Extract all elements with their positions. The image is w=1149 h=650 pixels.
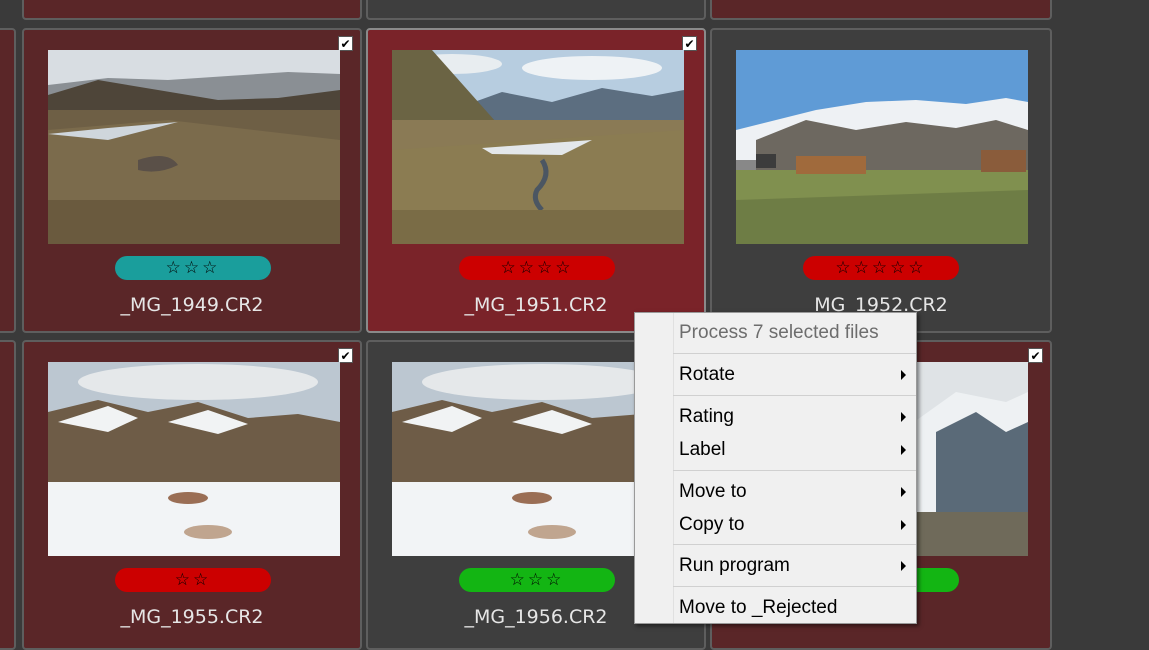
menu-item-move-to[interactable]: Move to: [679, 476, 906, 508]
thumbnail-cell-partial[interactable]: [0, 340, 16, 650]
file-name: _MG_1949.CR2: [120, 294, 264, 316]
menu-item-run-program[interactable]: Run program: [679, 550, 906, 582]
rating-stars[interactable]: ☆☆☆: [459, 568, 615, 592]
menu-separator: [673, 353, 916, 354]
thumbnail-cell-partial[interactable]: [0, 28, 16, 333]
rating-stars[interactable]: ☆☆: [115, 568, 271, 592]
submenu-arrow-icon: [901, 445, 906, 455]
thumbnail-cell-partial[interactable]: [22, 0, 362, 20]
thumbnail-cell-partial[interactable]: [366, 0, 706, 20]
thumbnail-cell[interactable]: ☆☆ _MG_1955.CR2: [22, 340, 362, 650]
submenu-arrow-icon: [901, 487, 906, 497]
file-name: _MG_1955.CR2: [120, 606, 264, 628]
menu-item-move-to-rejected[interactable]: Move to _Rejected: [679, 592, 906, 624]
rating-stars[interactable]: ☆☆☆☆☆: [803, 256, 959, 280]
thumbnail-cell-partial[interactable]: [710, 0, 1052, 20]
menu-item-label: Run program: [679, 555, 790, 576]
menu-item-rotate[interactable]: Rotate: [679, 359, 906, 391]
submenu-arrow-icon: [901, 520, 906, 530]
menu-item-label: Copy to: [679, 514, 745, 535]
menu-gutter: [673, 313, 674, 623]
thumbnail-cell[interactable]: ☆☆☆☆☆ MG_1952.CR2: [710, 28, 1052, 333]
checkbox-icon[interactable]: [338, 36, 353, 51]
menu-separator: [673, 586, 916, 587]
rating-stars[interactable]: ☆☆☆: [115, 256, 271, 280]
thumbnail-cell[interactable]: ☆☆☆ _MG_1949.CR2: [22, 28, 362, 333]
menu-item-label: Move to _Rejected: [679, 597, 838, 618]
menu-item-copy-to[interactable]: Copy to: [679, 509, 906, 541]
menu-item-label: Rating: [679, 406, 734, 427]
submenu-arrow-icon: [901, 412, 906, 422]
photo-thumbnail[interactable]: [48, 362, 340, 556]
context-menu: Process 7 selected files Rotate Rating L…: [634, 312, 917, 624]
submenu-arrow-icon: [901, 370, 906, 380]
menu-header: Process 7 selected files: [679, 322, 879, 343]
menu-separator: [673, 470, 916, 471]
menu-item-label: Move to: [679, 481, 747, 502]
menu-item-label: Label: [679, 439, 726, 460]
menu-separator: [673, 544, 916, 545]
checkbox-icon[interactable]: [1028, 348, 1043, 363]
checkbox-icon[interactable]: [682, 36, 697, 51]
checkbox-icon[interactable]: [338, 348, 353, 363]
menu-item-label-submenu[interactable]: Label: [679, 434, 906, 466]
rating-stars[interactable]: ☆☆☆☆: [459, 256, 615, 280]
menu-separator: [673, 395, 916, 396]
photo-thumbnail[interactable]: [392, 50, 684, 244]
thumbnail-cell-selected[interactable]: ☆☆☆☆ _MG_1951.CR2: [366, 28, 706, 333]
photo-thumbnail[interactable]: [48, 50, 340, 244]
menu-item-rating[interactable]: Rating: [679, 401, 906, 433]
menu-item-label: Rotate: [679, 364, 735, 385]
submenu-arrow-icon: [901, 561, 906, 571]
photo-thumbnail[interactable]: [736, 50, 1028, 244]
